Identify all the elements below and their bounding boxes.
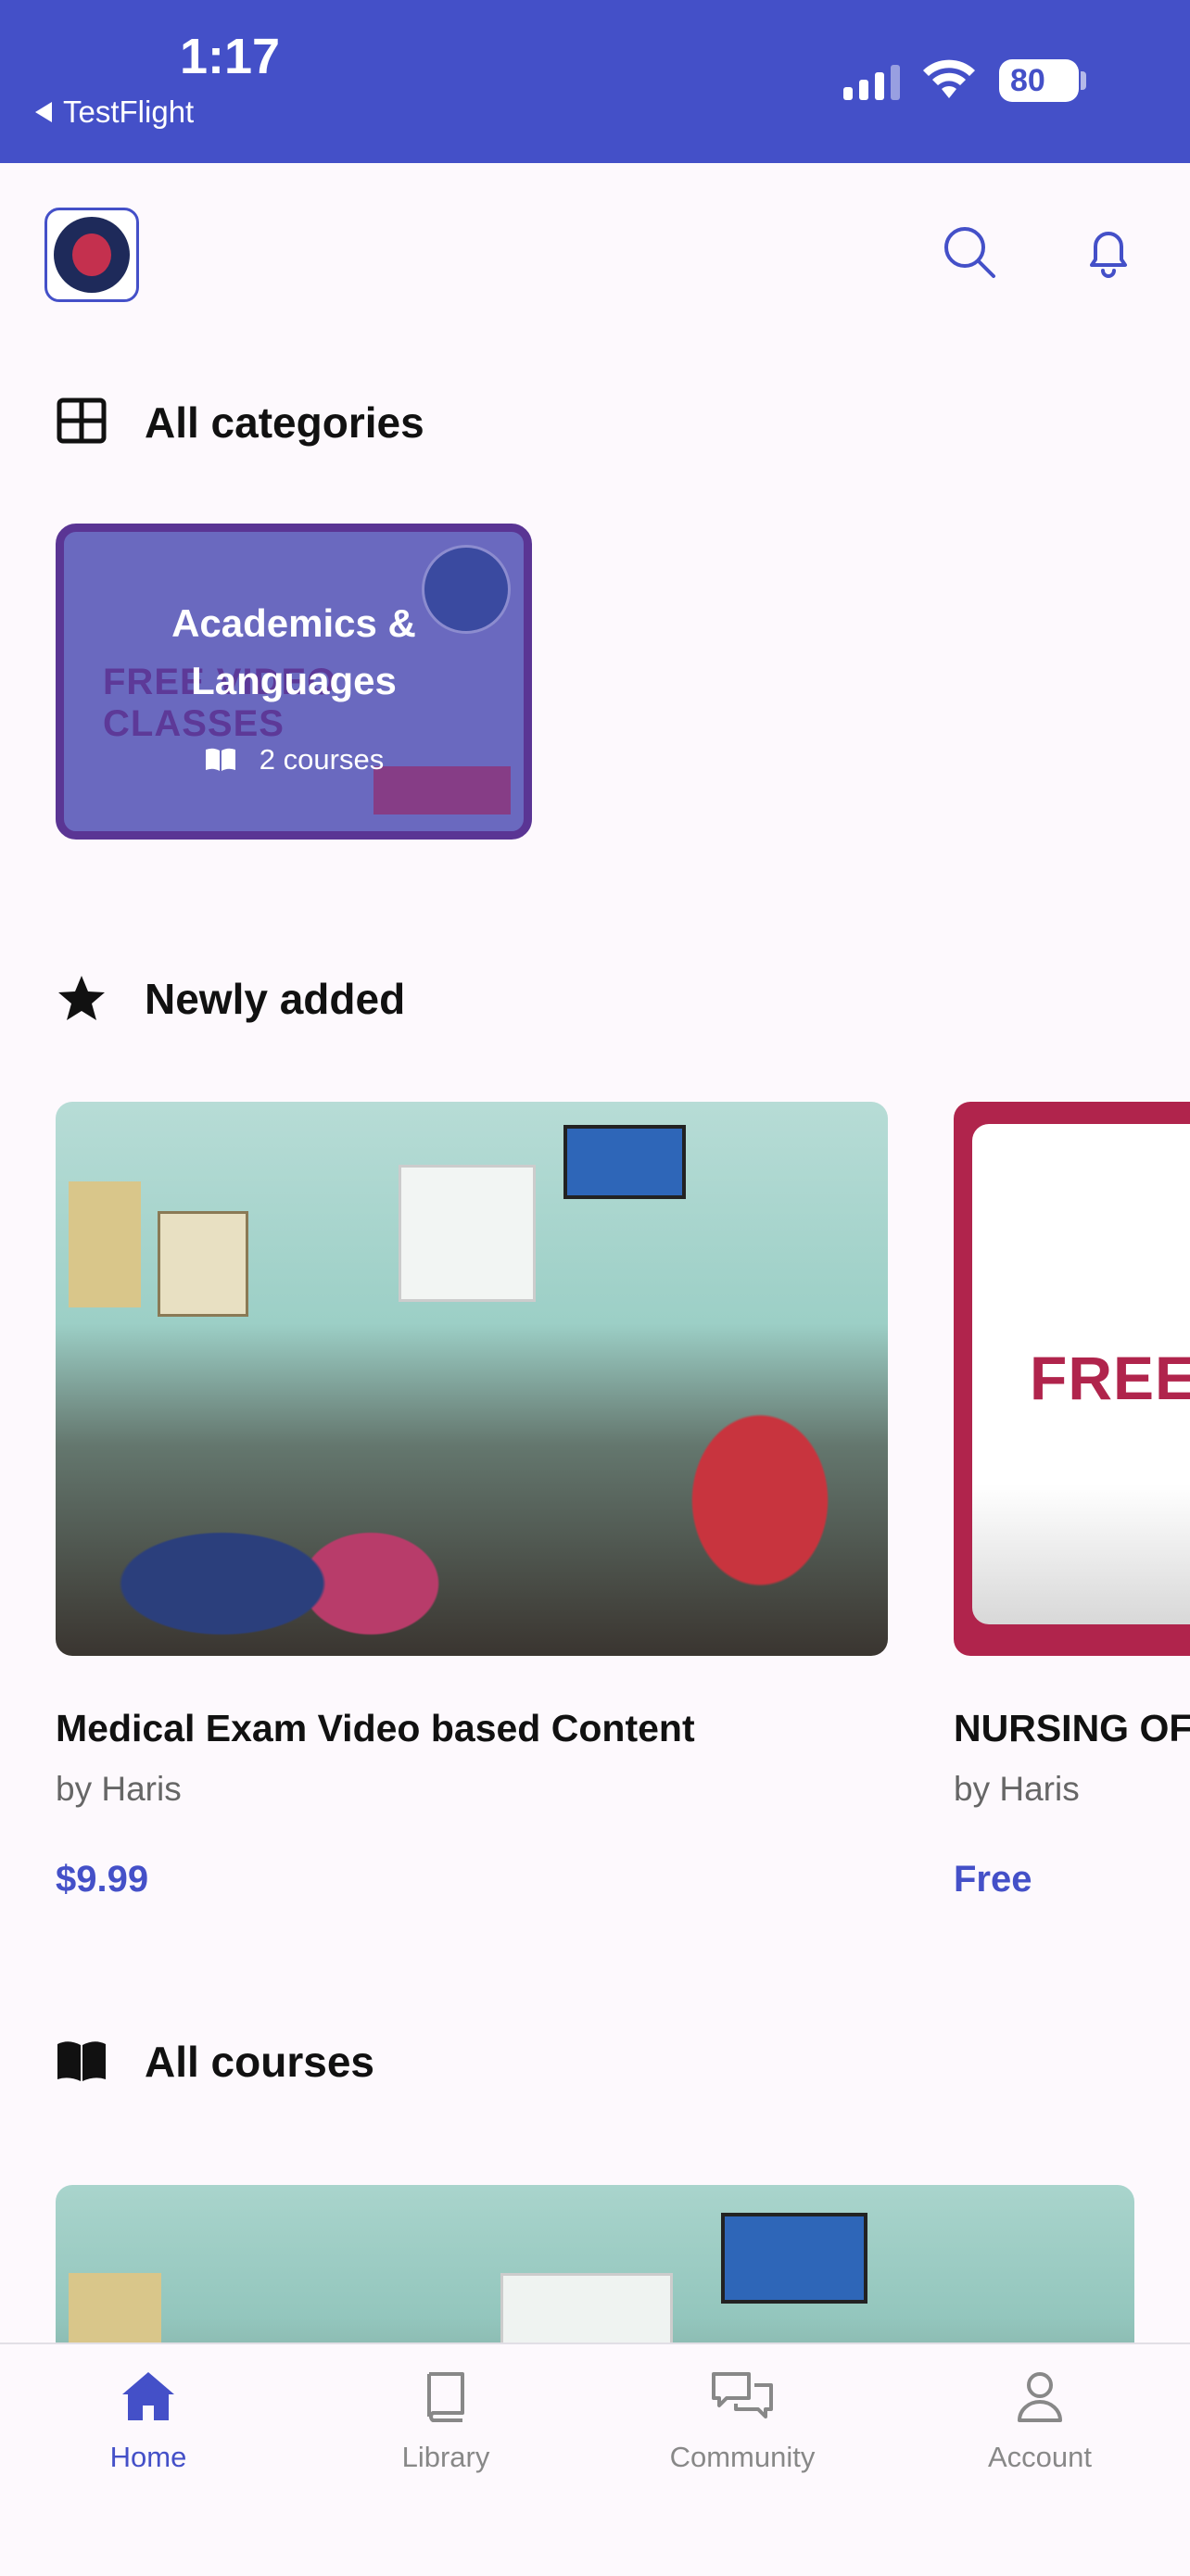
back-arrow-icon: [35, 102, 52, 122]
classroom-poster: [69, 1181, 141, 1307]
back-app-label: TestFlight: [63, 95, 195, 129]
status-time: 1:17: [180, 29, 281, 84]
bottom-nav: Home Library Community Account: [0, 2342, 1190, 2576]
newly-added-header: Newly added: [56, 973, 405, 1025]
nav-account[interactable]: Account: [938, 2368, 1142, 2474]
course-title[interactable]: NURSING OF: [954, 1707, 1190, 1750]
library-icon: [427, 2372, 464, 2422]
status-bar: 1:17 TestFlight 80: [0, 0, 1190, 163]
home-icon: [122, 2372, 174, 2420]
chat-bubbles-icon: [712, 2372, 773, 2418]
nursing-thumb-text: FREE: [1030, 1344, 1190, 1412]
category-course-count: 2 courses: [64, 743, 524, 777]
course-price: Free: [954, 1859, 1032, 1900]
user-icon: [1018, 2372, 1062, 2422]
cellular-signal-icon: [843, 63, 900, 100]
course-thumbnail-medical[interactable]: [56, 1102, 888, 1656]
newly-added-title: Newly added: [145, 975, 406, 1023]
all-courses-header: All courses: [56, 2037, 374, 2087]
book-icon: [205, 748, 235, 771]
back-to-testflight[interactable]: TestFlight: [35, 95, 194, 130]
classroom-screen: [563, 1125, 686, 1199]
category-title: Academics & Languages: [171, 601, 416, 702]
course-author: by Haris: [954, 1770, 1080, 1808]
category-card-academics[interactable]: FREE VIDEO CLASSES Academics & Languages…: [56, 524, 532, 840]
course-thumbnail-nursing[interactable]: FREE: [954, 1102, 1190, 1656]
nav-community[interactable]: Community: [640, 2368, 844, 2474]
course-price: $9.99: [56, 1859, 149, 1900]
wifi-icon: [923, 59, 975, 98]
classroom-window: [158, 1211, 248, 1317]
bell-icon[interactable]: [1079, 222, 1138, 282]
nav-home-label: Home: [109, 2441, 187, 2473]
nav-community-label: Community: [669, 2441, 816, 2473]
star-icon: [58, 976, 105, 1020]
grid-icon: [57, 398, 107, 444]
academy-logo[interactable]: [44, 208, 139, 302]
nav-library[interactable]: Library: [344, 2368, 548, 2474]
battery-cap: [1081, 71, 1086, 90]
categories-header: All categories: [56, 397, 424, 448]
categories-title: All categories: [145, 398, 424, 447]
open-book-icon: [57, 2041, 106, 2081]
nav-account-label: Account: [987, 2441, 1092, 2473]
category-count-label: 2 courses: [259, 743, 385, 776]
search-icon[interactable]: [940, 222, 999, 282]
course-author: by Haris: [56, 1770, 182, 1808]
nav-home[interactable]: Home: [46, 2368, 250, 2474]
nav-library-label: Library: [401, 2441, 490, 2473]
logo-emblem: [54, 217, 130, 293]
battery-icon: 80: [999, 59, 1079, 102]
course-title[interactable]: Medical Exam Video based Content: [56, 1707, 695, 1750]
classroom-whiteboard: [399, 1165, 536, 1302]
classroom-screen: [721, 2213, 867, 2304]
all-courses-title: All courses: [145, 2038, 374, 2086]
battery-level: 80: [1010, 62, 1045, 98]
